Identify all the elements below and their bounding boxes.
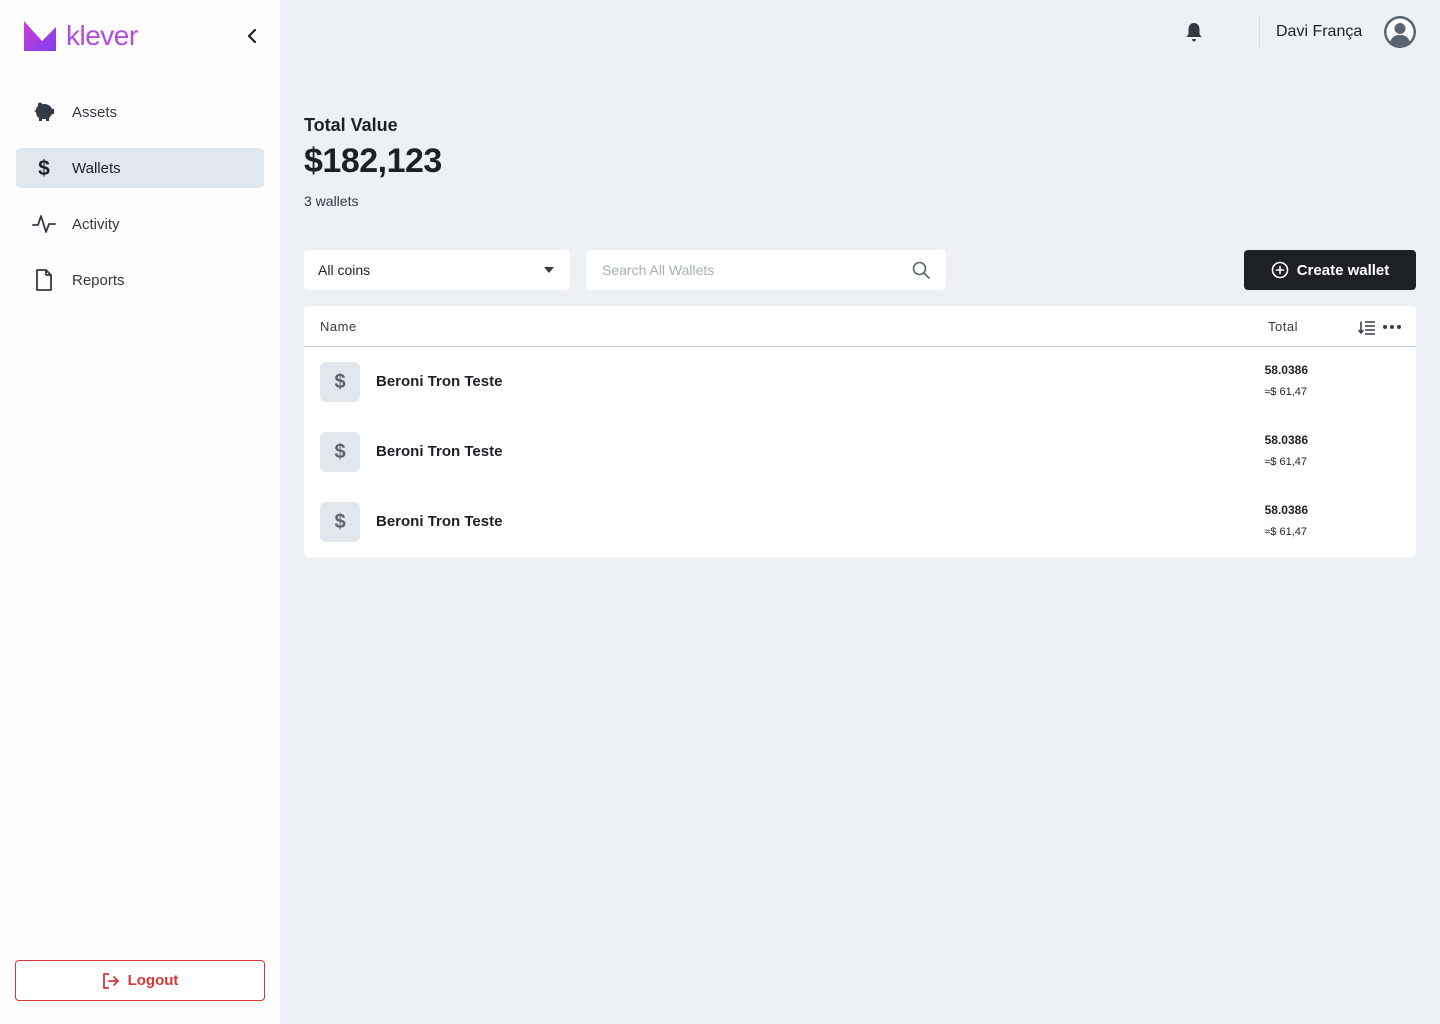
sidebar-item-label: Reports [72,271,125,289]
total-value-label: Total Value [304,115,398,135]
table-row[interactable]: $ Beroni Tron Teste 58.0386 ≈$ 61,47 [304,347,1416,417]
wallet-name: Beroni Tron Teste [376,443,503,460]
sidebar-item-wallets[interactable]: $ Wallets [16,148,264,188]
klever-logo-icon [24,21,56,51]
table-header: Name Total [304,306,1416,347]
logout-label: Logout [127,972,179,989]
document-icon [32,268,56,292]
wallet-amount: 58.0386 [1264,433,1308,447]
wallet-fiat-value: ≈$ 61,47 [1264,386,1307,398]
plus-circle-icon [1271,261,1289,279]
search-icon[interactable] [912,261,930,279]
column-header-total[interactable]: Total [1268,319,1298,334]
wallet-count: 3 wallets [304,193,359,209]
table-row[interactable]: $ Beroni Tron Teste 58.0386 ≈$ 61,47 [304,487,1416,557]
search-input[interactable] [586,250,886,290]
sidebar-nav: Assets $ Wallets Activity Reports [16,92,264,316]
svg-text:$: $ [38,157,50,179]
create-wallet-button[interactable]: Create wallet [1244,250,1416,290]
notifications-button[interactable] [1182,20,1206,44]
sidebar-item-label: Activity [72,215,120,233]
sidebar-item-activity[interactable]: Activity [16,204,264,244]
wallet-amount: 58.0386 [1264,503,1308,517]
user-avatar[interactable] [1384,16,1416,48]
collapse-sidebar-button[interactable] [240,24,264,48]
brand-logo[interactable]: klever [24,20,138,52]
wallet-fiat-value: ≈$ 61,47 [1264,526,1307,538]
chevron-left-icon [247,29,257,43]
user-name[interactable]: Davi França [1276,21,1362,43]
logout-button[interactable]: Logout [15,960,265,1001]
total-value-amount: $182,123 [304,142,442,180]
activity-pulse-icon [32,212,56,236]
sidebar-item-reports[interactable]: Reports [16,260,264,300]
more-options-icon[interactable] [1382,318,1402,336]
dollar-icon: $ [32,156,56,180]
header-divider [1259,16,1260,48]
wallet-dollar-icon: $ [320,502,360,542]
wallet-fiat-value: ≈$ 61,47 [1264,456,1307,468]
wallets-table: Name Total $ Beroni Tron Teste 58.0386 ≈… [304,306,1416,557]
wallet-name: Beroni Tron Teste [376,373,503,390]
coin-filter-select[interactable]: All coins [304,250,570,290]
wallet-dollar-icon: $ [320,432,360,472]
create-wallet-label: Create wallet [1296,261,1390,279]
bell-icon [1186,23,1202,42]
wallet-dollar-icon: $ [320,362,360,402]
sidebar-item-assets[interactable]: Assets [16,92,264,132]
brand-name: klever [66,20,138,51]
user-avatar-icon [1386,18,1414,46]
caret-down-icon [544,267,554,273]
sidebar-item-label: Assets [72,103,118,121]
wallet-name: Beroni Tron Teste [376,513,503,530]
sidebar-item-label: Wallets [72,159,121,177]
search-wallets [586,250,946,290]
logout-icon [102,972,119,989]
sidebar: klever Assets $ Wallets Activity Reports… [0,0,280,1024]
coin-filter-value: All coins [318,262,371,278]
piggy-bank-icon [32,100,56,124]
sort-icon[interactable] [1358,318,1376,336]
table-row[interactable]: $ Beroni Tron Teste 58.0386 ≈$ 61,47 [304,417,1416,487]
column-header-name[interactable]: Name [320,319,357,334]
wallet-amount: 58.0386 [1264,363,1308,377]
